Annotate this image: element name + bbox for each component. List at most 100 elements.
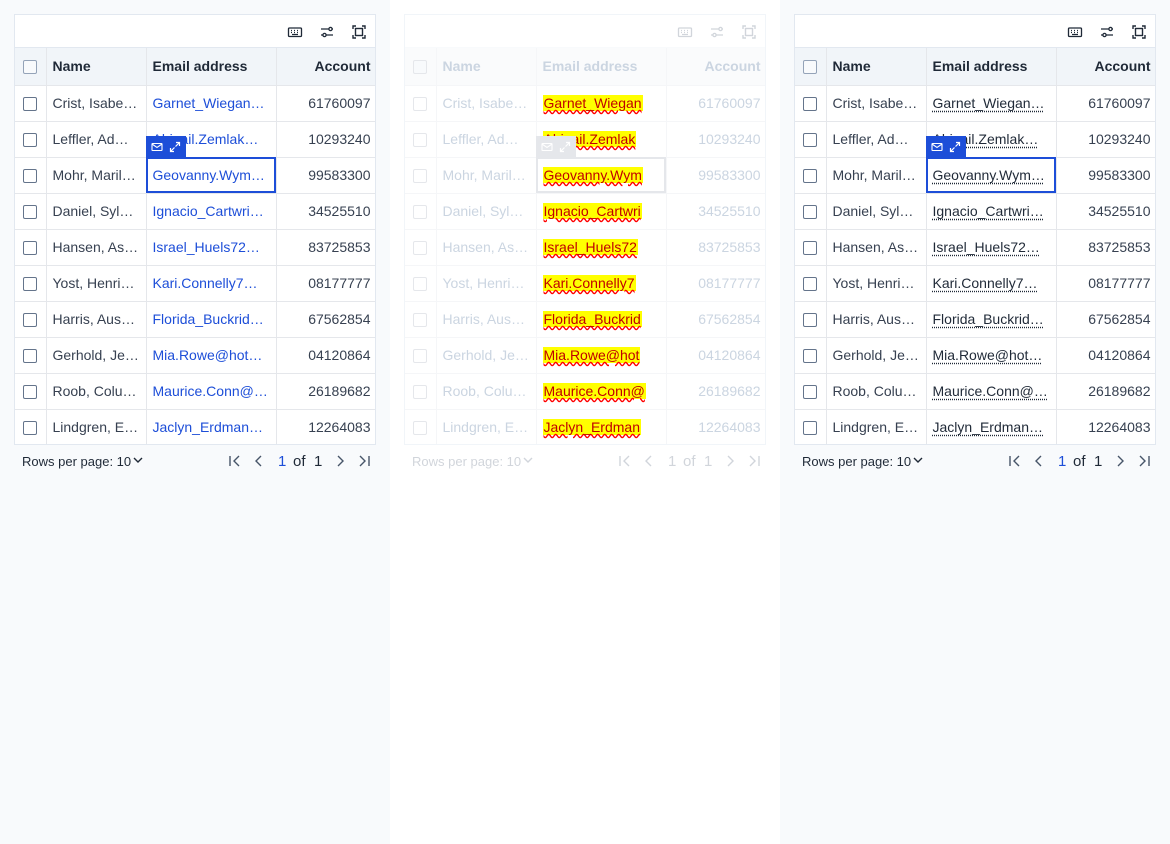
table-row[interactable]: Yost, Henri… Kari.Connelly7… 08177777	[15, 265, 375, 302]
cell-account[interactable]: 61760097	[1056, 85, 1155, 122]
cell-account[interactable]: 34525510	[666, 193, 765, 230]
cell-name[interactable]: Roob, Colu…	[46, 373, 147, 410]
table-row[interactable]: Yost, Henri… Kari.Connelly7… 08177777	[795, 265, 1155, 302]
cell-account[interactable]: 83725853	[1056, 229, 1155, 266]
cell-account[interactable]: 67562854	[1056, 301, 1155, 338]
chevron-down-icon[interactable]	[912, 454, 924, 466]
table-row[interactable]: Hansen, As… Israel_Huels72… 83725853	[15, 229, 375, 266]
cell-account[interactable]: 12264083	[666, 409, 765, 444]
next-page-icon[interactable]	[332, 453, 348, 469]
cell-account[interactable]: 04120864	[276, 337, 375, 374]
column-header-account[interactable]: Account	[276, 48, 375, 86]
previous-page-icon[interactable]	[1031, 453, 1047, 469]
cell-account[interactable]: 99583300	[276, 157, 375, 194]
cell-name[interactable]: Lindgren, E…	[826, 409, 927, 444]
row-checkbox[interactable]	[795, 229, 827, 266]
row-checkbox[interactable]	[405, 409, 437, 444]
cell-email[interactable]: Florida_Buckrid	[536, 301, 667, 338]
row-checkbox[interactable]	[795, 121, 827, 158]
cell-email[interactable]: Ignacio_Cartwri	[536, 193, 667, 230]
cell-email[interactable]: Garnet_Wiegan	[536, 85, 667, 122]
row-checkbox[interactable]	[795, 85, 827, 122]
row-checkbox[interactable]	[15, 337, 47, 374]
current-page[interactable]: 1	[1058, 453, 1066, 470]
cell-account[interactable]: 61760097	[276, 85, 375, 122]
row-checkbox[interactable]	[405, 121, 437, 158]
table-row[interactable]: Mohr, Maril… Geovanny.Wym 99583300	[405, 157, 765, 194]
cell-account[interactable]: 04120864	[1056, 337, 1155, 374]
table-row[interactable]: Daniel, Syl… Ignacio_Cartwri… 34525510	[795, 193, 1155, 230]
table-row[interactable]: Roob, Colu… Maurice.Conn@… 26189682	[795, 373, 1155, 410]
column-header-email[interactable]: Email address	[926, 48, 1057, 86]
cell-email[interactable]: Israel_Huels72…	[146, 229, 277, 266]
table-row[interactable]: Leffler, Ad… Abigail.Zemlak 10293240	[405, 121, 765, 158]
table-row[interactable]: Crist, Isabe… Garnet_Wiegan… 61760097	[795, 85, 1155, 122]
table-row[interactable]: Leffler, Ad… Abigail.Zemlak… 10293240	[15, 121, 375, 158]
row-checkbox[interactable]	[405, 193, 437, 230]
table-row[interactable]: Hansen, As… Israel_Huels72… 83725853	[795, 229, 1155, 266]
cell-email[interactable]: Mia.Rowe@hot…	[146, 337, 277, 374]
row-checkbox[interactable]	[405, 337, 437, 374]
previous-page-icon[interactable]	[251, 453, 267, 469]
cell-name[interactable]: Crist, Isabe…	[46, 85, 147, 122]
table-row[interactable]: Harris, Aus… Florida_Buckrid… 67562854	[795, 301, 1155, 338]
cell-account[interactable]: 26189682	[1056, 373, 1155, 410]
previous-page-icon[interactable]	[641, 453, 657, 469]
table-row[interactable]: Crist, Isabe… Garnet_Wiegan 61760097	[405, 85, 765, 122]
next-page-icon[interactable]	[722, 453, 738, 469]
table-row[interactable]: Harris, Aus… Florida_Buckrid… 67562854	[15, 301, 375, 338]
chevron-down-icon[interactable]	[522, 454, 534, 466]
cell-email[interactable]: Kari.Connelly7…	[926, 265, 1057, 302]
row-checkbox[interactable]	[795, 337, 827, 374]
cell-email[interactable]: Jaclyn_Erdman…	[926, 409, 1057, 444]
mail-icon[interactable]	[541, 141, 553, 153]
cell-name[interactable]: Lindgren, E…	[46, 409, 147, 444]
cell-name[interactable]: Hansen, As…	[436, 229, 537, 266]
cell-name[interactable]: Mohr, Maril…	[826, 157, 927, 194]
cell-account[interactable]: 10293240	[1056, 121, 1155, 158]
table-row[interactable]: Gerhold, Je… Mia.Rowe@hot… 04120864	[795, 337, 1155, 374]
fullscreen-icon[interactable]	[739, 22, 759, 42]
cell-account[interactable]: 34525510	[1056, 193, 1155, 230]
table-row[interactable]: Mohr, Maril… Geovanny.Wym… 99583300	[15, 157, 375, 194]
cell-account[interactable]: 26189682	[666, 373, 765, 410]
row-checkbox[interactable]	[15, 409, 47, 444]
table-row[interactable]: Crist, Isabe… Garnet_Wiegan… 61760097	[15, 85, 375, 122]
cell-account[interactable]: 08177777	[1056, 265, 1155, 302]
table-row[interactable]: Gerhold, Je… Mia.Rowe@hot 04120864	[405, 337, 765, 374]
cell-name[interactable]: Gerhold, Je…	[436, 337, 537, 374]
row-checkbox[interactable]	[405, 229, 437, 266]
row-checkbox[interactable]	[405, 85, 437, 122]
column-header-email[interactable]: Email address	[146, 48, 277, 86]
column-header-email[interactable]: Email address	[536, 48, 667, 86]
table-row[interactable]: Leffler, Ad… Abigail.Zemlak… 10293240	[795, 121, 1155, 158]
cell-name[interactable]: Daniel, Syl…	[826, 193, 927, 230]
cell-account[interactable]: 12264083	[1056, 409, 1155, 444]
cell-email[interactable]: Israel_Huels72	[536, 229, 667, 266]
cell-email[interactable]: Geovanny.Wym	[536, 157, 667, 194]
select-all-checkbox[interactable]	[15, 48, 47, 86]
cell-account[interactable]: 26189682	[276, 373, 375, 410]
row-checkbox[interactable]	[795, 265, 827, 302]
column-header-account[interactable]: Account	[666, 48, 765, 86]
last-page-icon[interactable]	[356, 453, 372, 469]
row-checkbox[interactable]	[15, 121, 47, 158]
cell-account[interactable]: 10293240	[666, 121, 765, 158]
row-checkbox[interactable]	[405, 301, 437, 338]
row-checkbox[interactable]	[15, 229, 47, 266]
cell-name[interactable]: Mohr, Maril…	[436, 157, 537, 194]
chevron-down-icon[interactable]	[132, 454, 144, 466]
cell-account[interactable]: 08177777	[276, 265, 375, 302]
cell-name[interactable]: Lindgren, E…	[436, 409, 537, 444]
mail-icon[interactable]	[931, 141, 943, 153]
cell-name[interactable]: Daniel, Syl…	[436, 193, 537, 230]
keyboard-icon[interactable]	[285, 22, 305, 42]
cell-account[interactable]: 04120864	[666, 337, 765, 374]
table-row[interactable]: Lindgren, E… Jaclyn_Erdman 12264083	[405, 409, 765, 444]
cell-email[interactable]: Mia.Rowe@hot…	[926, 337, 1057, 374]
cell-name[interactable]: Leffler, Ad…	[46, 121, 147, 158]
cell-email[interactable]: Garnet_Wiegan…	[926, 85, 1057, 122]
cell-email[interactable]: Florida_Buckrid…	[926, 301, 1057, 338]
cell-name[interactable]: Yost, Henri…	[46, 265, 147, 302]
first-page-icon[interactable]	[227, 453, 243, 469]
